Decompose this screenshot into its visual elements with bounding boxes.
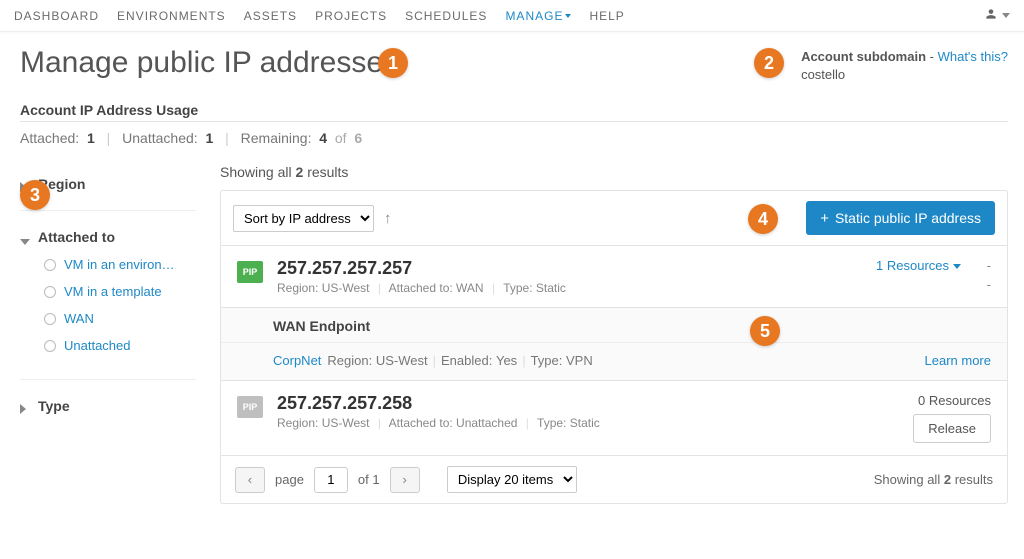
- facet-option-vm-template[interactable]: VM in a template: [44, 284, 196, 299]
- subdomain-value: costello: [801, 66, 1008, 84]
- release-button[interactable]: Release: [913, 414, 991, 443]
- account-subdomain: Account subdomain - What's this? costell…: [801, 48, 1008, 84]
- ip-meta: Region: US-West | Attached to: WAN | Typ…: [277, 281, 837, 295]
- radio-icon: [44, 313, 56, 325]
- callout-4: 4: [748, 204, 778, 234]
- chevron-down-icon: [565, 14, 571, 18]
- nav-environments[interactable]: ENVIRONMENTS: [117, 9, 226, 23]
- ip-row: PIP 257.257.257.257 Region: US-West | At…: [220, 246, 1008, 308]
- learn-more-link[interactable]: Learn more: [925, 353, 991, 368]
- chevron-right-icon: [20, 401, 30, 411]
- pip-badge: PIP: [237, 396, 263, 418]
- nav-projects[interactable]: PROJECTS: [315, 9, 387, 23]
- user-icon: [984, 7, 998, 24]
- endpoint-header: WAN Endpoint: [221, 308, 1007, 343]
- facet-sidebar: Region Attached to VM in an environ… VM …: [20, 164, 196, 504]
- nav-dashboard[interactable]: DASHBOARD: [14, 9, 99, 23]
- pip-badge: PIP: [237, 261, 263, 283]
- callout-2: 2: [754, 48, 784, 78]
- radio-icon: [44, 286, 56, 298]
- chevron-down-icon: [953, 264, 961, 269]
- usage-section-label: Account IP Address Usage: [20, 102, 1008, 118]
- chevron-down-icon: [1002, 13, 1010, 18]
- nav-assets[interactable]: ASSETS: [244, 9, 297, 23]
- ip-address: 257.257.257.257: [277, 258, 837, 279]
- results-summary-top: Showing all 2 results: [220, 164, 1008, 180]
- page-next-button[interactable]: ›: [390, 467, 420, 493]
- nav-manage[interactable]: MANAGE: [505, 9, 571, 23]
- facet-option-unattached[interactable]: Unattached: [44, 338, 196, 353]
- nav-help[interactable]: HELP: [589, 9, 624, 23]
- plus-icon: +: [820, 211, 829, 226]
- facet-option-vm-environ[interactable]: VM in an environ…: [44, 257, 196, 272]
- pager: ‹ page of 1 › Display 20 items Showing a…: [220, 456, 1008, 504]
- facet-type[interactable]: Type: [20, 394, 196, 418]
- page-title: Manage public IP addresses: [20, 46, 398, 80]
- display-count-select[interactable]: Display 20 items: [447, 466, 577, 493]
- ip-meta: Region: US-West | Attached to: Unattache…: [277, 416, 837, 430]
- resources-count: 0 Resources: [851, 393, 991, 408]
- callout-5: 5: [750, 316, 780, 346]
- wan-endpoint-block: WAN Endpoint CorpNet Region: US-West | E…: [220, 308, 1008, 381]
- nav-schedules[interactable]: SCHEDULES: [405, 9, 487, 23]
- facet-option-wan[interactable]: WAN: [44, 311, 196, 326]
- ip-address: 257.257.257.258: [277, 393, 837, 414]
- radio-icon: [44, 340, 56, 352]
- usage-line: Attached: 1 | Unattached: 1 | Remaining:…: [20, 130, 1008, 146]
- callout-3: 3: [20, 180, 50, 210]
- sort-select[interactable]: Sort by IP address: [233, 205, 374, 232]
- results-toolbar: Sort by IP address ↑ + Static public IP …: [220, 190, 1008, 246]
- top-nav: DASHBOARD ENVIRONMENTS ASSETS PROJECTS S…: [0, 0, 1024, 32]
- page-input[interactable]: [314, 467, 348, 493]
- resources-link[interactable]: 1 Resources: [876, 258, 965, 273]
- subdomain-whats-this-link[interactable]: What's this?: [938, 49, 1008, 64]
- radio-icon: [44, 259, 56, 271]
- chevron-down-icon: [20, 232, 30, 242]
- results-summary-bottom: Showing all 2 results: [874, 472, 993, 487]
- facet-attached-to[interactable]: Attached to: [20, 225, 196, 249]
- sort-direction-asc[interactable]: ↑: [384, 210, 392, 227]
- callout-1: 1: [378, 48, 408, 78]
- page-prev-button[interactable]: ‹: [235, 467, 265, 493]
- user-menu[interactable]: [984, 7, 1010, 24]
- page-label: page: [275, 472, 304, 487]
- ip-row: PIP 257.257.257.258 Region: US-West | At…: [220, 381, 1008, 456]
- endpoint-name-link[interactable]: CorpNet: [273, 353, 321, 368]
- add-static-ip-button[interactable]: + Static public IP address: [806, 201, 995, 235]
- subdomain-label: Account subdomain: [801, 49, 926, 64]
